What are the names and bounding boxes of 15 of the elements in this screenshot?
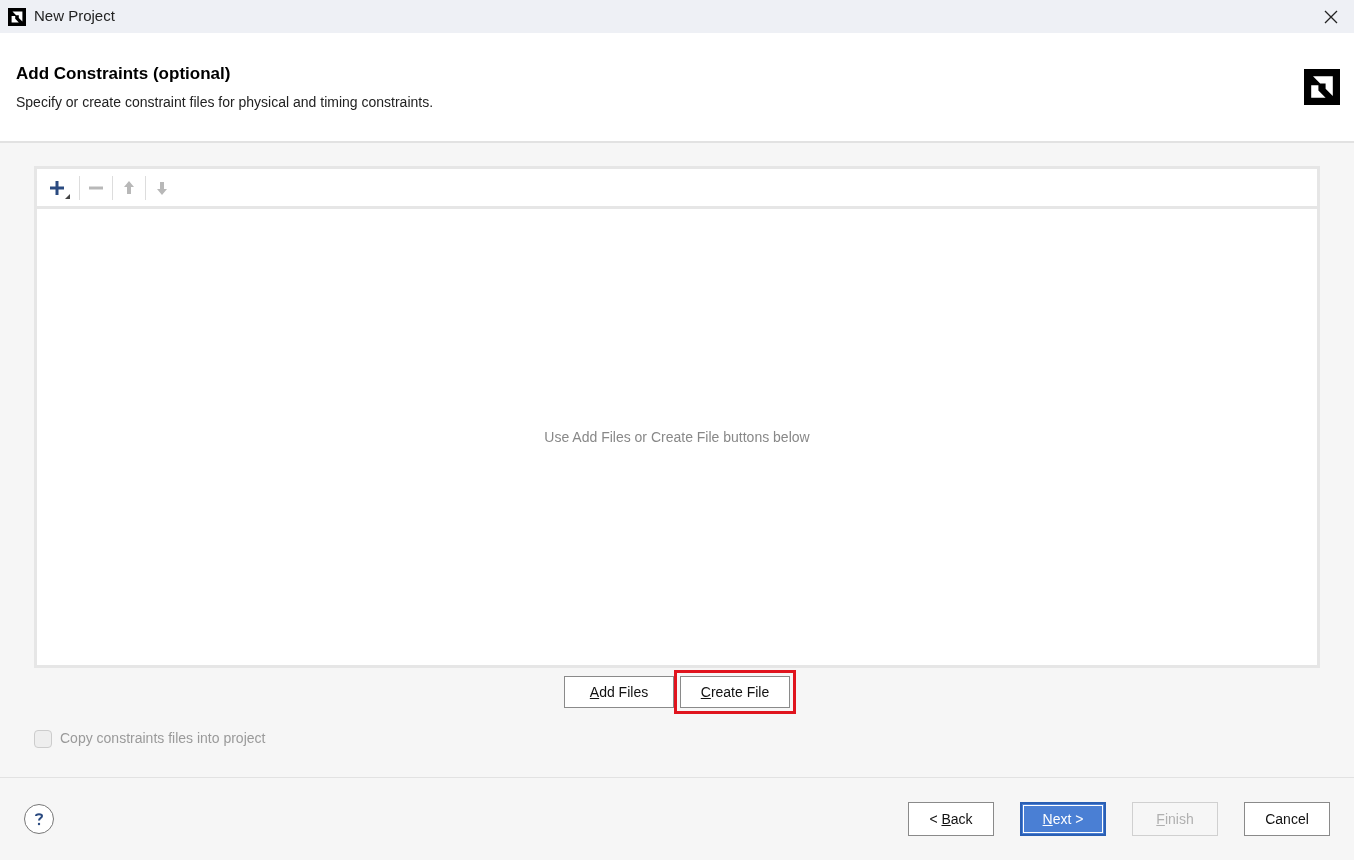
empty-list-message: Use Add Files or Create File buttons below (544, 427, 810, 447)
file-button[interactable]: Add Files (564, 676, 674, 708)
page-subtitle: Specify or create constraint files for physical and timing constraints. (16, 93, 435, 113)
nav-button[interactable]: Next > (1020, 802, 1106, 836)
help-button[interactable] (24, 804, 54, 834)
file-button[interactable]: Create File (680, 676, 790, 708)
brand-logo-icon (1304, 69, 1340, 105)
page-title: Add Constraints (optional) (16, 62, 232, 85)
window-title: New Project (34, 6, 115, 27)
nav-button[interactable]: < Back (908, 802, 994, 836)
checkbox-label: Copy constraints files into project (60, 729, 266, 748)
app-logo-icon (8, 7, 26, 26)
help-icon (34, 812, 44, 826)
nav-button[interactable]: Cancel (1244, 802, 1330, 836)
close-icon[interactable] (1324, 9, 1338, 24)
